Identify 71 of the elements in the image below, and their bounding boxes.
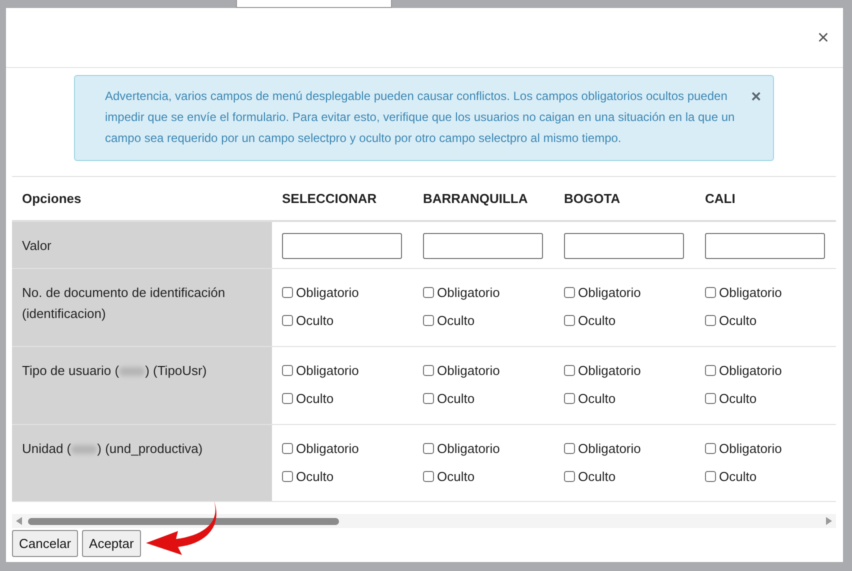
checkbox[interactable] — [423, 471, 434, 482]
text-input[interactable] — [705, 232, 825, 258]
checkbox[interactable] — [564, 471, 575, 482]
checkbox[interactable] — [564, 287, 575, 298]
checkbox[interactable] — [282, 393, 293, 404]
checkbox-label: Oculto — [296, 390, 334, 408]
checkbox[interactable] — [282, 471, 293, 482]
column-header: BOGOTA — [564, 190, 620, 206]
scrollbar-thumb[interactable] — [28, 518, 339, 524]
checkbox-label: Oculto — [296, 312, 334, 330]
checkbox-label: Obligatorio — [719, 362, 782, 380]
dialog-button[interactable]: Cancelar — [12, 530, 78, 557]
dialog-button[interactable]: Aceptar — [82, 530, 141, 557]
checkbox[interactable] — [423, 287, 434, 298]
text-input[interactable] — [282, 232, 402, 258]
row-label: Tipo de usuario ( ) (TipoUsr) — [22, 362, 208, 380]
checkbox[interactable] — [423, 393, 434, 404]
row-label: Valor — [22, 236, 52, 254]
text-input[interactable] — [564, 232, 684, 258]
scroll-right-icon[interactable] — [826, 517, 832, 525]
scroll-left-icon[interactable] — [16, 517, 22, 525]
row-label: Unidad ( ) (und_productiva) — [22, 440, 204, 458]
row-label: No. de documento de identificación (identificacion) — [22, 284, 226, 323]
checkbox[interactable] — [564, 393, 575, 404]
checkbox-label: Oculto — [719, 312, 757, 330]
checkbox[interactable] — [564, 443, 575, 454]
checkbox-label: Obligatorio — [578, 440, 641, 458]
checkbox[interactable] — [705, 365, 716, 376]
checkbox-label: Oculto — [578, 468, 616, 486]
close-button[interactable]: × — [815, 28, 831, 48]
checkbox[interactable] — [564, 365, 575, 376]
checkbox[interactable] — [705, 315, 716, 326]
checkbox-label: Oculto — [578, 390, 616, 408]
checkbox-label: Obligatorio — [437, 362, 500, 380]
checkbox-label: Obligatorio — [578, 284, 641, 302]
warning-message: Advertencia, varios campos de menú desplegable pueden causar conflictos. Los campos obligatorios ocultos pueden impedir que se envíe el formulario. Para evitar esto, verifique que los usuarios no caigan en una situación en la que un campo sea requerido por un campo selectpro y oculto por otro campo selectpro al mismo tiempo. — [105, 88, 736, 147]
checkbox[interactable] — [282, 315, 293, 326]
checkbox[interactable] — [564, 315, 575, 326]
checkbox[interactable] — [705, 471, 716, 482]
checkbox[interactable] — [423, 443, 434, 454]
checkbox[interactable] — [705, 393, 716, 404]
column-header: BARRANQUILLA — [423, 190, 528, 206]
checkbox-label: Oculto — [719, 390, 757, 408]
checkbox-label: Obligatorio — [719, 284, 782, 302]
column-header: Opciones — [22, 190, 82, 206]
checkbox-label: Obligatorio — [578, 362, 641, 380]
checkbox-label: Obligatorio — [296, 362, 359, 380]
column-header: CALI — [705, 190, 736, 206]
close-button[interactable]: × — [751, 86, 761, 107]
checkbox[interactable] — [705, 287, 716, 298]
checkbox-label: Obligatorio — [296, 284, 359, 302]
checkbox-label: Oculto — [719, 468, 757, 486]
checkbox[interactable] — [282, 443, 293, 454]
checkbox[interactable] — [423, 365, 434, 376]
annotation-arrow — [146, 501, 218, 555]
horizontal-scrollbar[interactable] — [12, 514, 836, 528]
column-header: SELECCIONAR — [282, 190, 377, 206]
checkbox-label: Oculto — [437, 312, 475, 330]
checkbox-label: Obligatorio — [437, 284, 500, 302]
checkbox-label: Obligatorio — [437, 440, 500, 458]
checkbox[interactable] — [282, 287, 293, 298]
checkbox-label: Oculto — [578, 312, 616, 330]
checkbox[interactable] — [705, 443, 716, 454]
checkbox-label: Obligatorio — [719, 440, 782, 458]
text-input[interactable] — [423, 232, 543, 258]
checkbox[interactable] — [282, 365, 293, 376]
checkbox-label: Oculto — [437, 468, 475, 486]
checkbox[interactable] — [423, 315, 434, 326]
checkbox-label: Oculto — [296, 468, 334, 486]
checkbox-label: Obligatorio — [296, 440, 359, 458]
checkbox-label: Oculto — [437, 390, 475, 408]
